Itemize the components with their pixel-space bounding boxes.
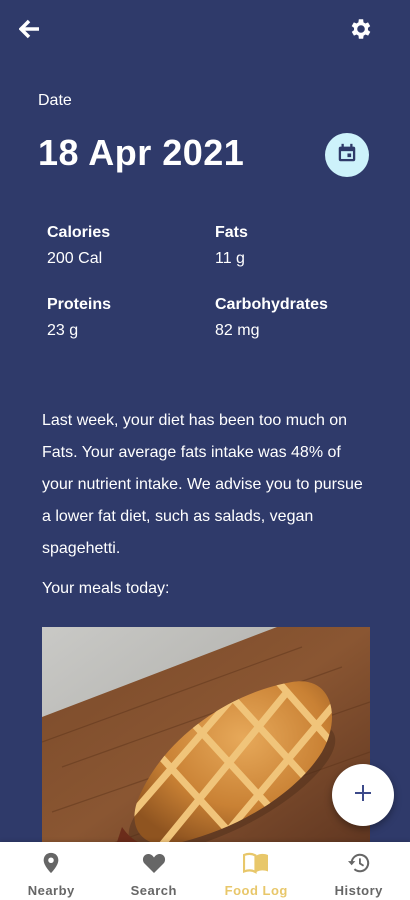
nutrient-name: Proteins (47, 296, 112, 313)
nav-item-search[interactable]: Search (103, 842, 206, 900)
arrow-left-icon (18, 19, 41, 44)
nav-item-food-log[interactable]: Food Log (205, 842, 308, 900)
settings-button[interactable] (347, 17, 375, 45)
map-pin-icon (41, 852, 61, 879)
plus-icon (353, 783, 373, 808)
calendar-icon (336, 142, 358, 169)
nav-label: Nearby (27, 883, 75, 898)
nutrient-value: 23 g (47, 322, 79, 339)
meal-photo[interactable] (42, 627, 370, 842)
nutrient-value: 82 mg (215, 322, 260, 339)
bottom-navigation: Nearby Search Food Log History (0, 842, 410, 900)
food-log-screen: Date 18 Apr 2021 Calories 200 Cal Fats 1… (0, 0, 410, 842)
nutrient-name: Fats (215, 224, 248, 241)
nutrient-calories: Calories 200 Cal (47, 220, 110, 272)
nav-item-history[interactable]: History (308, 842, 410, 900)
nav-label: Food Log (224, 883, 288, 898)
nav-item-nearby[interactable]: Nearby (0, 842, 103, 900)
nutrient-value: 200 Cal (47, 250, 103, 267)
nutrient-value: 11 g (215, 250, 245, 267)
nutrient-name: Calories (47, 224, 111, 241)
date-label: Date (38, 92, 72, 109)
calendar-button[interactable] (325, 133, 369, 177)
history-icon (346, 852, 372, 879)
heart-icon (142, 852, 166, 879)
nutrient-proteins: Proteins 23 g (47, 292, 111, 344)
nutrient-name: Carbohydrates (215, 296, 328, 313)
book-icon (243, 852, 269, 879)
nutrient-carbohydrates: Carbohydrates 82 mg (215, 292, 328, 344)
nav-label: Search (130, 883, 177, 898)
back-button[interactable] (16, 17, 44, 45)
nav-label: History (334, 883, 383, 898)
meals-heading: Your meals today: (42, 580, 170, 597)
date-value: 18 Apr 2021 (38, 132, 245, 173)
gear-icon (348, 16, 374, 47)
add-meal-button[interactable] (332, 764, 394, 826)
diet-advice-text: Last week, your diet has been too much o… (42, 412, 363, 557)
nutrient-fats: Fats 11 g (215, 220, 248, 272)
